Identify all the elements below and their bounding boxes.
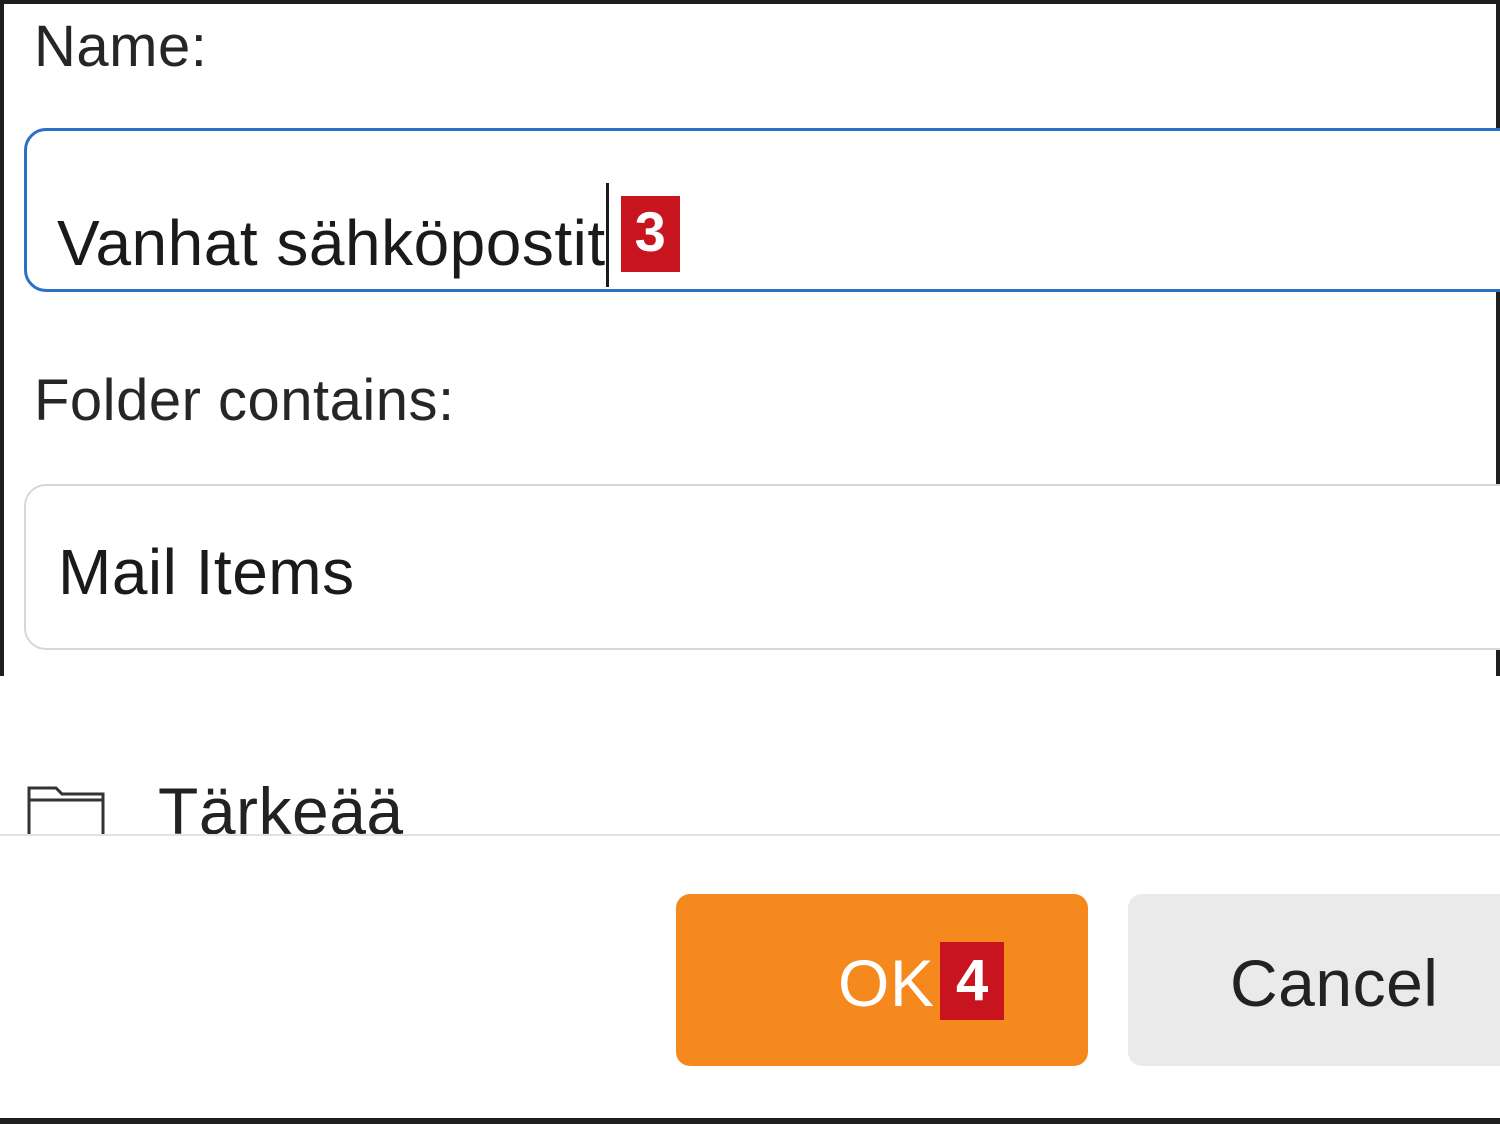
text-caret (605, 183, 609, 287)
folder-icon (27, 786, 105, 834)
dialog-form: Name: Vanhat sähköpostit 3 Folder contain… (0, 0, 1500, 676)
folder-name-value-row: Vanhat sähköpostit 3 (57, 183, 681, 287)
ok-button-label: OK (838, 946, 935, 1020)
folder-name-value[interactable]: Vanhat sähköpostit (57, 207, 606, 279)
folder-contains-label: Folder contains: (34, 368, 455, 433)
cancel-button-label: Cancel (1230, 946, 1439, 1020)
window-bottom-border (0, 1118, 1500, 1124)
folder-tree-item[interactable]: Tärkeää (0, 676, 1500, 834)
new-folder-dialog: Name: Vanhat sähköpostit 3 Folder contain… (0, 0, 1500, 1124)
folder-name-input[interactable]: Vanhat sähköpostit 3 (24, 128, 1500, 292)
name-label: Name: (34, 14, 208, 79)
footer-divider (0, 834, 1500, 836)
folder-tree-item-label: Tärkeää (158, 774, 404, 834)
folder-contains-select[interactable]: Mail Items (24, 484, 1500, 650)
annotation-badge-4: 4 (940, 942, 1005, 1020)
ok-button[interactable]: OK 4 (676, 894, 1088, 1066)
folder-contains-value: Mail Items (58, 536, 355, 608)
annotation-badge-3: 3 (620, 196, 681, 272)
cancel-button[interactable]: Cancel (1128, 894, 1500, 1066)
